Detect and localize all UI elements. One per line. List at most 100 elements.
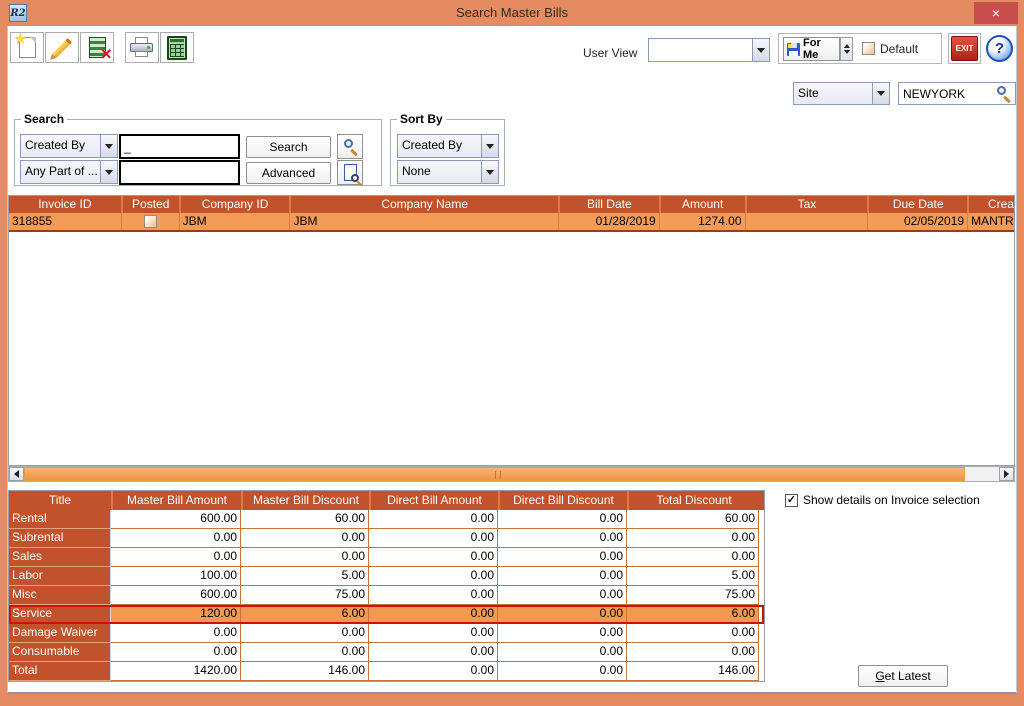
for-me-button[interactable]: For Me	[783, 37, 840, 61]
sort-secondary-dropdown-button[interactable]	[481, 161, 498, 183]
question-icon: ?	[995, 40, 1004, 57]
column-header[interactable]: Bill Date	[558, 196, 659, 213]
site-dropdown[interactable]: Site	[793, 82, 890, 105]
magnifier-icon	[342, 139, 358, 155]
show-details-checkbox[interactable]: ✓	[785, 494, 798, 507]
detail-cell: 75.00	[241, 586, 369, 605]
detail-cell: 0.00	[111, 624, 241, 643]
advanced-search-button[interactable]	[337, 160, 363, 185]
get-latest-button[interactable]: Get Latest	[858, 665, 948, 687]
detail-row-sales[interactable]: Sales 0.00 0.00 0.00 0.00 0.00	[9, 548, 764, 567]
detail-row-service-selected[interactable]: Service 120.00 6.00 0.00 0.00 6.00	[9, 605, 764, 624]
bill-details-table: Title Master Bill Amount Master Bill Dis…	[8, 490, 765, 682]
search-input-2[interactable]	[119, 160, 240, 185]
detail-cell: 0.00	[369, 510, 498, 529]
column-header[interactable]: Amount	[659, 196, 745, 213]
column-header[interactable]: Crea	[967, 196, 1014, 213]
new-record-button[interactable]	[10, 32, 44, 63]
default-checkbox[interactable]	[862, 42, 875, 55]
detail-cell: 0.00	[369, 548, 498, 567]
scroll-left-button[interactable]	[9, 467, 24, 481]
user-view-dropdown-button[interactable]	[752, 39, 769, 61]
save-icon	[787, 43, 800, 56]
search-field-dropdown-button[interactable]	[100, 135, 117, 157]
search-field-dropdown[interactable]: Created By	[20, 134, 118, 158]
horizontal-scrollbar[interactable]	[8, 466, 1015, 482]
invoice-table: Invoice ID Posted Company ID Company Nam…	[8, 195, 1015, 466]
detail-cell: 0.00	[627, 624, 759, 643]
detail-row-title: Service	[9, 605, 111, 624]
detail-cell: 0.00	[498, 510, 627, 529]
detail-row-consumable[interactable]: Consumable 0.00 0.00 0.00 0.00 0.00	[9, 643, 764, 662]
detail-row-title: Misc	[9, 586, 111, 605]
detail-row-total[interactable]: Total 1420.00 146.00 0.00 0.00 146.00	[9, 662, 764, 681]
search-input[interactable]	[119, 134, 240, 159]
search-mode-dropdown[interactable]: Any Part of ...	[20, 160, 118, 184]
detail-cell: 5.00	[627, 567, 759, 586]
search-mode-dropdown-button[interactable]	[100, 161, 117, 183]
detail-row-subrental[interactable]: Subrental 0.00 0.00 0.00 0.00 0.00	[9, 529, 764, 548]
arrow-right-icon	[1004, 470, 1009, 478]
for-me-label: For Me	[803, 37, 836, 61]
detail-cell: 0.00	[369, 529, 498, 548]
detail-row-title: Consumable	[9, 643, 111, 662]
detail-row-rental[interactable]: Rental 600.00 60.00 0.00 0.00 60.00	[9, 510, 764, 529]
column-header[interactable]: Tax	[745, 196, 868, 213]
detail-row-labor[interactable]: Labor 100.00 5.00 0.00 0.00 5.00	[9, 567, 764, 586]
detail-cell: 0.00	[627, 643, 759, 662]
site-search-field[interactable]: NEWYORK	[898, 82, 1016, 105]
column-header[interactable]: Company Name	[289, 196, 557, 213]
column-header[interactable]: Invoice ID	[9, 196, 121, 213]
detail-column-header: Direct Bill Amount	[369, 491, 498, 510]
user-view-label: User View	[583, 46, 637, 60]
detail-column-header: Master Bill Amount	[111, 491, 241, 510]
help-button[interactable]: ?	[986, 35, 1013, 62]
scrollbar-thumb[interactable]	[24, 467, 965, 481]
detail-cell: 1420.00	[111, 662, 241, 681]
detail-cell: 0.00	[498, 643, 627, 662]
delete-record-button[interactable]: ×	[80, 32, 114, 63]
edit-record-button[interactable]	[45, 32, 79, 63]
advanced-button[interactable]: Advanced	[246, 162, 331, 184]
exit-button[interactable]: EXIT	[951, 36, 978, 61]
titlebar[interactable]: R2 Search Master Bills ×	[0, 0, 1024, 26]
user-view-dropdown[interactable]	[648, 38, 770, 62]
detail-cell: 0.00	[241, 643, 369, 662]
search-button[interactable]: Search	[246, 136, 331, 158]
detail-row-title: Rental	[9, 510, 111, 529]
detail-cell: 6.00	[241, 605, 369, 624]
column-header[interactable]: Due Date	[867, 196, 967, 213]
detail-cell: 0.00	[369, 586, 498, 605]
sort-primary-dropdown-button[interactable]	[481, 135, 498, 157]
for-me-spinner[interactable]	[840, 37, 853, 61]
print-button[interactable]	[125, 32, 159, 63]
detail-row-title: Sales	[9, 548, 111, 567]
detail-row-misc[interactable]: Misc 600.00 75.00 0.00 0.00 75.00	[9, 586, 764, 605]
detail-cell: 0.00	[241, 548, 369, 567]
detail-cell: 0.00	[111, 643, 241, 662]
sort-by-legend: Sort By	[397, 112, 446, 126]
user-view-value	[649, 39, 752, 61]
posted-checkbox[interactable]	[144, 215, 157, 228]
chevron-down-icon	[105, 170, 113, 175]
column-header[interactable]: Posted	[121, 196, 179, 213]
site-dropdown-button[interactable]	[872, 83, 889, 104]
detail-cell: 0.00	[627, 529, 759, 548]
scroll-right-button[interactable]	[999, 467, 1014, 481]
detail-cell: 0.00	[369, 605, 498, 624]
sort-primary-dropdown[interactable]: Created By	[397, 134, 499, 158]
detail-cell: 0.00	[498, 567, 627, 586]
detail-cell: 0.00	[369, 662, 498, 681]
close-icon: ×	[992, 5, 1000, 21]
detail-cell: 100.00	[111, 567, 241, 586]
column-header[interactable]: Company ID	[179, 196, 290, 213]
detail-cell: 0.00	[369, 567, 498, 586]
export-button[interactable]	[160, 32, 194, 63]
detail-row-damage-waiver[interactable]: Damage Waiver 0.00 0.00 0.00 0.00 0.00	[9, 624, 764, 643]
close-button[interactable]: ×	[974, 2, 1018, 24]
sort-secondary-dropdown[interactable]: None	[397, 160, 499, 184]
detail-cell: 0.00	[241, 529, 369, 548]
invoice-row-selected[interactable]: 318855 JBM JBM 01/28/2019 1274.00 02/05/…	[9, 213, 1014, 232]
search-lookup-button[interactable]	[337, 134, 363, 159]
search-icon[interactable]	[995, 86, 1011, 102]
